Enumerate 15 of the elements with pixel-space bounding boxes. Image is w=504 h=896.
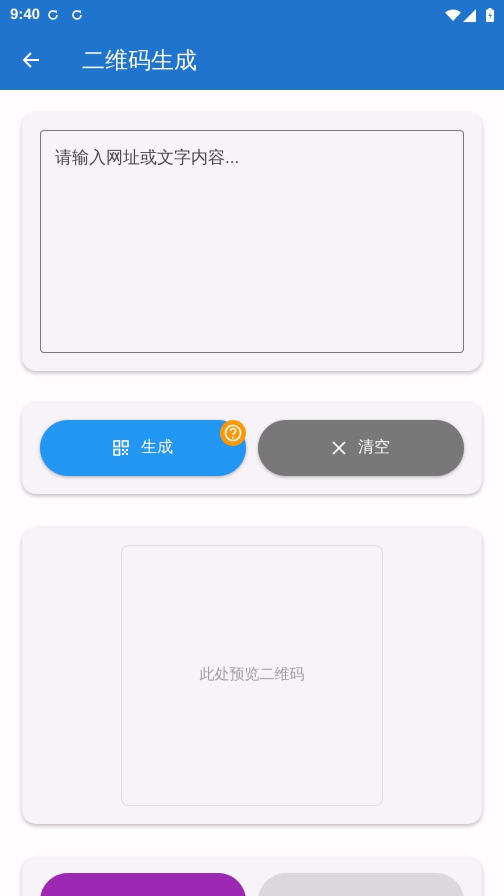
close-icon: [332, 441, 346, 455]
status-time: 9:40: [10, 4, 40, 25]
signal-icon: [463, 8, 476, 22]
sync-icon: [47, 9, 60, 21]
app-bar-title: 二维码生成: [82, 46, 197, 75]
input-field[interactable]: 请输入网址或文字内容...: [40, 130, 464, 353]
wifi-icon: [445, 9, 461, 21]
qr-code-icon: [113, 440, 129, 456]
help-badge-icon[interactable]: [220, 420, 246, 446]
qr-preview-box: 此处预览二维码: [121, 545, 383, 806]
sync-icon: [71, 9, 84, 21]
back-icon[interactable]: [22, 51, 40, 69]
clear-button[interactable]: 清空: [258, 420, 464, 476]
generate-button[interactable]: 生成: [40, 420, 246, 476]
battery-icon: [486, 8, 494, 22]
